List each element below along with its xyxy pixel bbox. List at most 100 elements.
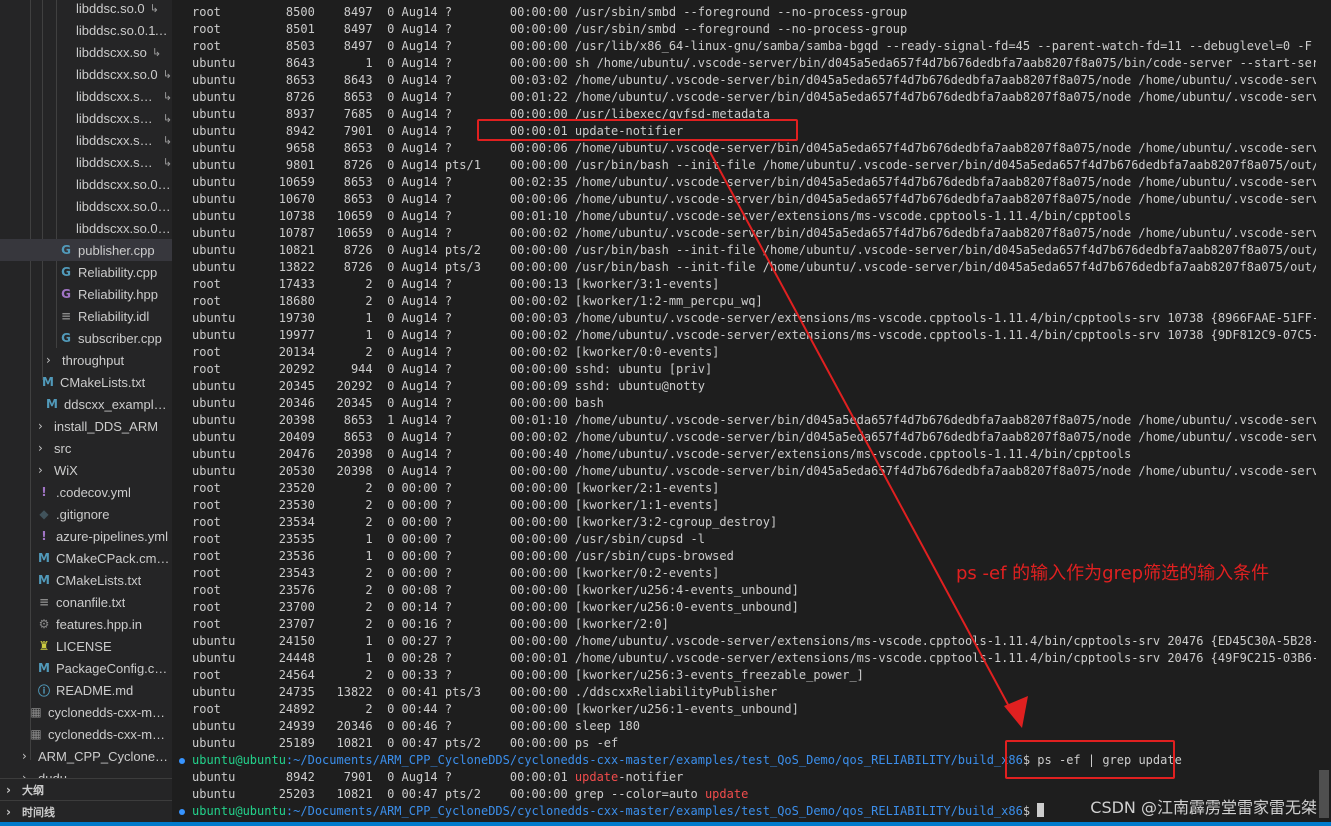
ps-output-line: ubuntu 24150 1 0 00:27 ? 00:00:00 /home/… (192, 634, 1316, 648)
prompt-path: :~/Documents/ARM_CPP_CycloneDDS/cycloned… (285, 804, 1023, 818)
tree-item-cmakecpack-cmake[interactable]: M CMakeCPack.cmake (0, 547, 172, 569)
outline-section-header[interactable]: › 大纲 (0, 778, 172, 800)
scrollbar-thumb[interactable] (1319, 770, 1329, 818)
terminal-cursor (1037, 803, 1045, 817)
cmake-file-icon: M (42, 375, 54, 389)
license-file-icon: ♜ (38, 639, 50, 653)
tree-item-label: src (54, 440, 72, 456)
tree-item-cyclonedds-cxx-master-zip[interactable]: ▦ cyclonedds-cxx-master.zip (0, 701, 172, 723)
tree-item-libddscxx-so-0-11-0[interactable]: libddscxx.so.0.11.0 (0, 195, 172, 217)
tree-item-label: libddscxx.so.0.11.0 (76, 198, 172, 214)
idl-file-icon: ≡ (60, 309, 72, 323)
chevron-right-icon: › (38, 441, 43, 455)
command-decoration-icon[interactable] (179, 809, 185, 815)
tree-item-label: Reliability.cpp (78, 264, 158, 280)
ps-output-line: ubuntu 8726 8653 0 Aug14 ? 00:01:22 /hom… (192, 90, 1316, 104)
tree-item-ddscxx-examples-cmake[interactable]: Mddscxx_examples.cmake (0, 393, 172, 415)
tree-item-reliability-cpp[interactable]: G Reliability.cpp (0, 261, 172, 283)
tree-item-libddsc-so-0-11-0[interactable]: libddsc.so.0.11.0 (0, 19, 172, 41)
ps-output-line: root 24892 2 0 00:44 ? 00:00:00 [kworker… (192, 702, 799, 716)
ps-output-line: ubuntu 24448 1 0 00:28 ? 00:00:01 /home/… (192, 651, 1316, 665)
terminal-scrollbar[interactable] (1317, 0, 1331, 826)
tree-item-libddsc-so-0[interactable]: libddsc.so.0 ↳ (0, 0, 172, 19)
tree-item-label: CMakeLists.txt (60, 374, 146, 390)
annotation-box-command (1005, 740, 1175, 779)
tree-item-cmakelists-txt[interactable]: M CMakeLists.txt (0, 371, 172, 393)
ps-output-line: ubuntu 20476 20398 0 Aug14 ? 00:00:40 /h… (192, 447, 1132, 461)
ps-output-line: root 23520 2 0 00:00 ? 00:00:00 [kworker… (192, 481, 720, 495)
timeline-section-header[interactable]: › 时间线 (0, 800, 172, 822)
tree-item-libddscxx-so-0-11-0[interactable]: libddscxx.so.0.11.0 ↳ (0, 107, 172, 129)
ps-output-line: root 23700 2 0 00:14 ? 00:00:00 [kworker… (192, 600, 799, 614)
tree-item-libddscxx-so-0-11-0[interactable]: libddscxx.so.0.11.0 (0, 217, 172, 239)
prompt-symbol: $ (1022, 804, 1031, 818)
ps-output-line: root 23543 2 0 00:00 ? 00:00:00 [kworker… (192, 566, 720, 580)
symlink-icon: ↳ (162, 111, 172, 125)
tree-item-label: libddscxx.so.0.11.0 (76, 110, 158, 126)
annotation-box-process (477, 119, 798, 141)
prompt-line[interactable]: ubuntu@ubuntu:~/Documents/ARM_CPP_Cyclon… (192, 803, 1045, 820)
tree-item-libddscxx-so-0-11-0[interactable]: libddscxx.so.0.11.0 (0, 173, 172, 195)
tree-item-features-hpp-in[interactable]: ⚙ features.hpp.in (0, 613, 172, 635)
grep-output-line: ubuntu 8942 7901 0 Aug14 ? 00:00:01 upda… (192, 769, 683, 786)
tree-item--codecov-yml[interactable]: ! .codecov.yml (0, 481, 172, 503)
ps-output-line: ubuntu 10670 8653 0 Aug14 ? 00:00:06 /ho… (192, 192, 1316, 206)
ps-output-line: root 8501 8497 0 Aug14 ? 00:00:00 /usr/s… (192, 22, 908, 36)
symlink-icon: ↳ (151, 45, 162, 59)
gitignore-file-icon: ◆ (39, 507, 49, 521)
tree-item-label: .gitignore (56, 506, 110, 522)
tree-item-libddscxx-so-0[interactable]: libddscxx.so.0 ↳ (0, 63, 172, 85)
tree-item-readme-md[interactable]: ⓘ README.md (0, 679, 172, 701)
tree-item-azure-pipelines-yml[interactable]: ! azure-pipelines.yml (0, 525, 172, 547)
gear-file-icon: ⚙ (38, 617, 50, 631)
ps-output-line: root 23534 2 0 00:00 ? 00:00:00 [kworker… (192, 515, 778, 529)
tree-item-publisher-cpp[interactable]: Gpublisher.cpp (0, 239, 172, 261)
command-decoration-icon[interactable] (179, 758, 185, 764)
tree-item-label: subscriber.cpp (78, 330, 162, 346)
tree-item-throughput[interactable]: › throughput (0, 349, 172, 371)
tree-item-arm-cpp-cyclonedds[interactable]: › ARM_CPP_CycloneDDS (0, 745, 172, 767)
ps-output-line: ubuntu 25189 10821 0 00:47 pts/2 00:00:0… (192, 736, 619, 750)
tree-item-cyclonedds-cxx-master-tar[interactable]: ▦ cyclonedds-cxx-master.tar (0, 723, 172, 745)
tree-item-license[interactable]: ♜ LICENSE (0, 635, 172, 657)
tree-item-label: CMakeLists.txt (56, 572, 142, 588)
ps-output-line: root 18680 2 0 Aug14 ? 00:00:02 [kworker… (192, 294, 763, 308)
tree-item-wix[interactable]: › WiX (0, 459, 172, 481)
ps-output-line: ubuntu 19730 1 0 Aug14 ? 00:00:03 /home/… (192, 311, 1316, 325)
tree-item-label: ddscxx_examples.cmake (64, 396, 172, 412)
tree-item-subscriber-cpp[interactable]: Gsubscriber.cpp (0, 327, 172, 349)
symlink-icon: ↳ (162, 89, 172, 103)
chevron-right-icon: › (38, 419, 43, 433)
tree-item-reliability-hpp[interactable]: G Reliability.hpp (0, 283, 172, 305)
tree-item-cmakelists-txt[interactable]: M CMakeLists.txt (0, 569, 172, 591)
tree-item-label: throughput (62, 352, 125, 368)
annotation-text: ps -ef 的输入作为grep筛选的输入条件 (956, 563, 1270, 584)
ps-output-line: ubuntu 20345 20292 0 Aug14 ? 00:00:09 ss… (192, 379, 705, 393)
tree-item-label: WiX (54, 462, 78, 478)
tree-item-label: features.hpp.in (56, 616, 143, 632)
prompt-path: :~/Documents/ARM_CPP_CycloneDDS/cycloned… (285, 753, 1023, 767)
chevron-right-icon: › (46, 353, 51, 367)
tree-item-packageconfig-cmake-in[interactable]: M PackageConfig.cmake.in (0, 657, 172, 679)
grep-line-prefix: ubuntu 25203 10821 0 00:47 pts/2 00:00:0… (192, 787, 705, 801)
cmake-file-icon: M (38, 661, 50, 675)
ps-output-line: root 23536 1 0 00:00 ? 00:00:00 /usr/sbi… (192, 549, 734, 563)
file-tree: libddsc.so.0 ↳ libddsc.so.0.11.0 libddscxx.… (0, 0, 172, 778)
tree-item-src[interactable]: › src (0, 437, 172, 459)
tree-item-dudu[interactable]: › dudu (0, 767, 172, 779)
ps-output-line: root 23576 2 0 00:08 ? 00:00:00 [kworker… (192, 583, 799, 597)
symlink-icon: ↳ (149, 1, 159, 15)
tree-item-reliability-idl[interactable]: ≡ Reliability.idl (0, 305, 172, 327)
tree-item-install-dds-arm[interactable]: › install_DDS_ARM (0, 415, 172, 437)
tree-item-libddscxx-so-0-11-0[interactable]: libddscxx.so.0.11.0 ↳ (0, 129, 172, 151)
outline-label: 大纲 (22, 784, 44, 797)
tree-item-conanfile-txt[interactable]: ≡ conanfile.txt (0, 591, 172, 613)
tree-item-libddscxx-so[interactable]: libddscxx.so ↳ (0, 41, 172, 63)
hpp-file-icon: G (61, 287, 71, 301)
ps-output-line: ubuntu 20346 20345 0 Aug14 ? 00:00:00 ba… (192, 396, 604, 410)
ps-output-line: ubuntu 19977 1 0 Aug14 ? 00:00:02 /home/… (192, 328, 1316, 342)
tree-item--gitignore[interactable]: ◆ .gitignore (0, 503, 172, 525)
tree-item-libddscxx-so-0-11-0[interactable]: libddscxx.so.0.11.0 ↳ (0, 85, 172, 107)
ps-output-line: ubuntu 8643 1 0 Aug14 ? 00:00:00 sh /hom… (192, 56, 1316, 70)
tree-item-libddscxx-so-0-11-0[interactable]: libddscxx.so.0.11.0 ↳ (0, 151, 172, 173)
